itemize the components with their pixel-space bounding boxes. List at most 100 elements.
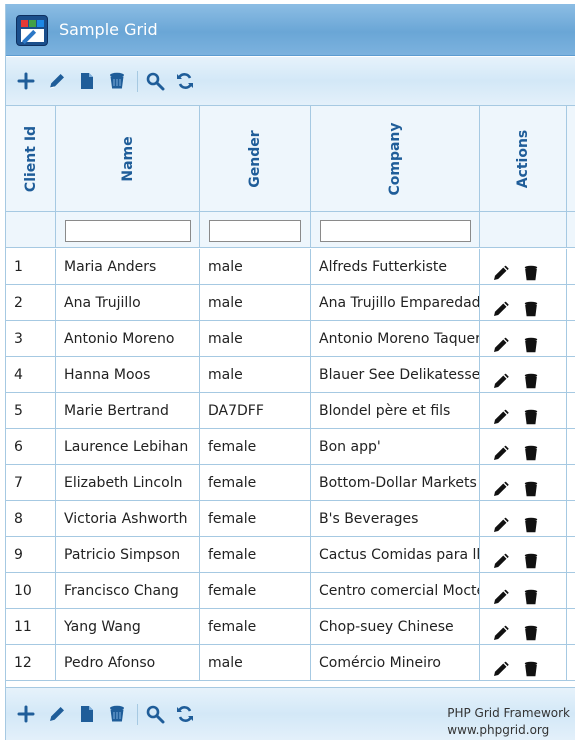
actions-cell — [480, 249, 567, 285]
footer-credit: PHP Grid Framework www.phpgrid.org — [447, 705, 570, 739]
pencil-icon[interactable] — [47, 71, 67, 91]
name-cell: Antonio Moreno — [56, 321, 200, 357]
name-cell: Pedro Afonso — [56, 645, 200, 681]
gender-filter-input[interactable] — [209, 220, 301, 242]
edit-row-icon[interactable] — [493, 403, 509, 424]
table-row[interactable]: 2 Ana Trujillo male Ana Trujillo Emparedado… — [6, 285, 575, 321]
actions-cell — [480, 573, 567, 609]
trash-icon[interactable] — [107, 71, 127, 91]
refresh-icon[interactable] — [175, 71, 195, 91]
plus-icon[interactable] — [16, 704, 36, 724]
company-cell: Ana Trujillo Emparedados — [311, 285, 480, 321]
table-row[interactable]: 5 Marie Bertrand DA7DFF Blondel père et fil… — [6, 393, 575, 429]
edit-row-icon[interactable] — [493, 547, 509, 568]
refresh-icon[interactable] — [175, 704, 195, 724]
company-cell: Bottom-Dollar Markets — [311, 465, 480, 501]
delete-row-icon[interactable] — [523, 583, 539, 605]
actions-cell — [480, 357, 567, 393]
company-cell: Chop-suey Chinese — [311, 609, 480, 645]
edit-row-icon[interactable] — [493, 619, 509, 640]
actions-cell — [480, 393, 567, 429]
client-id-cell: 3 — [6, 321, 56, 357]
grid-body: 1 Maria Anders male Alfreds Futterkiste 2 Ana… — [6, 249, 575, 687]
name-cell: Maria Anders — [56, 249, 200, 285]
company-cell: Comércio Mineiro — [311, 645, 480, 681]
table-row[interactable]: 9 Patricio Simpson female Cactus Comidas pa… — [6, 537, 575, 573]
company-cell: Centro comercial Moctezuma — [311, 573, 480, 609]
company-cell: Bon app' — [311, 429, 480, 465]
edit-row-icon[interactable] — [493, 511, 509, 532]
client-id-cell: 8 — [6, 501, 56, 537]
document-icon[interactable] — [77, 704, 97, 724]
edit-row-icon[interactable] — [493, 295, 509, 316]
spacer-cell — [567, 537, 575, 573]
search-icon[interactable] — [145, 71, 165, 91]
table-row[interactable]: 7 Elizabeth Lincoln female Bottom-Dollar Ma… — [6, 465, 575, 501]
table-row[interactable]: 8 Victoria Ashworth female B's Beverages — [6, 501, 575, 537]
delete-row-icon[interactable] — [523, 367, 539, 389]
spacer-cell — [567, 465, 575, 501]
grid-title: Sample Grid — [59, 20, 158, 39]
delete-row-icon[interactable] — [523, 259, 539, 281]
edit-row-icon[interactable] — [493, 439, 509, 460]
edit-row-icon[interactable] — [493, 475, 509, 496]
name-cell: Yang Wang — [56, 609, 200, 645]
table-row[interactable]: 4 Hanna Moos male Blauer See Delikatessen — [6, 357, 575, 393]
column-header-spacer — [567, 106, 575, 212]
gender-cell: male — [200, 249, 311, 285]
column-header-name[interactable]: Name — [56, 106, 200, 212]
edit-row-icon[interactable] — [493, 331, 509, 352]
filter-cell-gender — [200, 212, 311, 248]
delete-row-icon[interactable] — [523, 655, 539, 677]
column-header-actions: Actions — [480, 106, 567, 212]
company-filter-input[interactable] — [320, 220, 471, 242]
pencil-icon[interactable] — [47, 704, 67, 724]
client-id-cell: 12 — [6, 645, 56, 681]
delete-row-icon[interactable] — [523, 547, 539, 569]
delete-row-icon[interactable] — [523, 475, 539, 497]
client-id-cell: 7 — [6, 465, 56, 501]
delete-row-icon[interactable] — [523, 511, 539, 533]
actions-cell — [480, 465, 567, 501]
name-cell: Francisco Chang — [56, 573, 200, 609]
actions-cell — [480, 429, 567, 465]
name-filter-input[interactable] — [65, 220, 191, 242]
spacer-cell — [567, 321, 575, 357]
table-row[interactable]: 11 Yang Wang female Chop-suey Chinese — [6, 609, 575, 645]
edit-row-icon[interactable] — [493, 655, 509, 676]
delete-row-icon[interactable] — [523, 619, 539, 641]
credit-link[interactable]: www.phpgrid.org — [447, 722, 570, 739]
table-row[interactable]: 3 Antonio Moreno male Antonio Moreno Taquer… — [6, 321, 575, 357]
plus-icon[interactable] — [16, 71, 36, 91]
client-id-cell: 5 — [6, 393, 56, 429]
filter-cell-spacer — [567, 212, 575, 248]
spacer-cell — [567, 357, 575, 393]
delete-row-icon[interactable] — [523, 439, 539, 461]
column-header-label: Actions — [515, 129, 531, 189]
edit-row-icon[interactable] — [493, 259, 509, 280]
gender-cell: male — [200, 357, 311, 393]
trash-icon[interactable] — [107, 704, 127, 724]
edit-row-icon[interactable] — [493, 583, 509, 604]
table-row[interactable]: 6 Laurence Lebihan female Bon app' — [6, 429, 575, 465]
delete-row-icon[interactable] — [523, 331, 539, 353]
column-header-company[interactable]: Company — [311, 106, 480, 212]
filter-cell-company — [311, 212, 480, 248]
toolbar-separator — [137, 71, 138, 92]
name-cell: Laurence Lebihan — [56, 429, 200, 465]
client-id-cell: 11 — [6, 609, 56, 645]
delete-row-icon[interactable] — [523, 295, 539, 317]
document-icon[interactable] — [77, 71, 97, 91]
search-icon[interactable] — [145, 704, 165, 724]
column-header-label: Client Id — [22, 125, 39, 193]
gender-cell: DA7DFF — [200, 393, 311, 429]
client-id-cell: 6 — [6, 429, 56, 465]
filter-cell-client-id — [6, 212, 56, 248]
column-header-client-id[interactable]: Client Id — [6, 106, 56, 212]
table-row[interactable]: 1 Maria Anders male Alfreds Futterkiste — [6, 249, 575, 285]
delete-row-icon[interactable] — [523, 403, 539, 425]
table-row[interactable]: 12 Pedro Afonso male Comércio Mineiro — [6, 645, 575, 681]
table-row[interactable]: 10 Francisco Chang female Centro comercial … — [6, 573, 575, 609]
column-header-gender[interactable]: Gender — [200, 106, 311, 212]
edit-row-icon[interactable] — [493, 367, 509, 388]
